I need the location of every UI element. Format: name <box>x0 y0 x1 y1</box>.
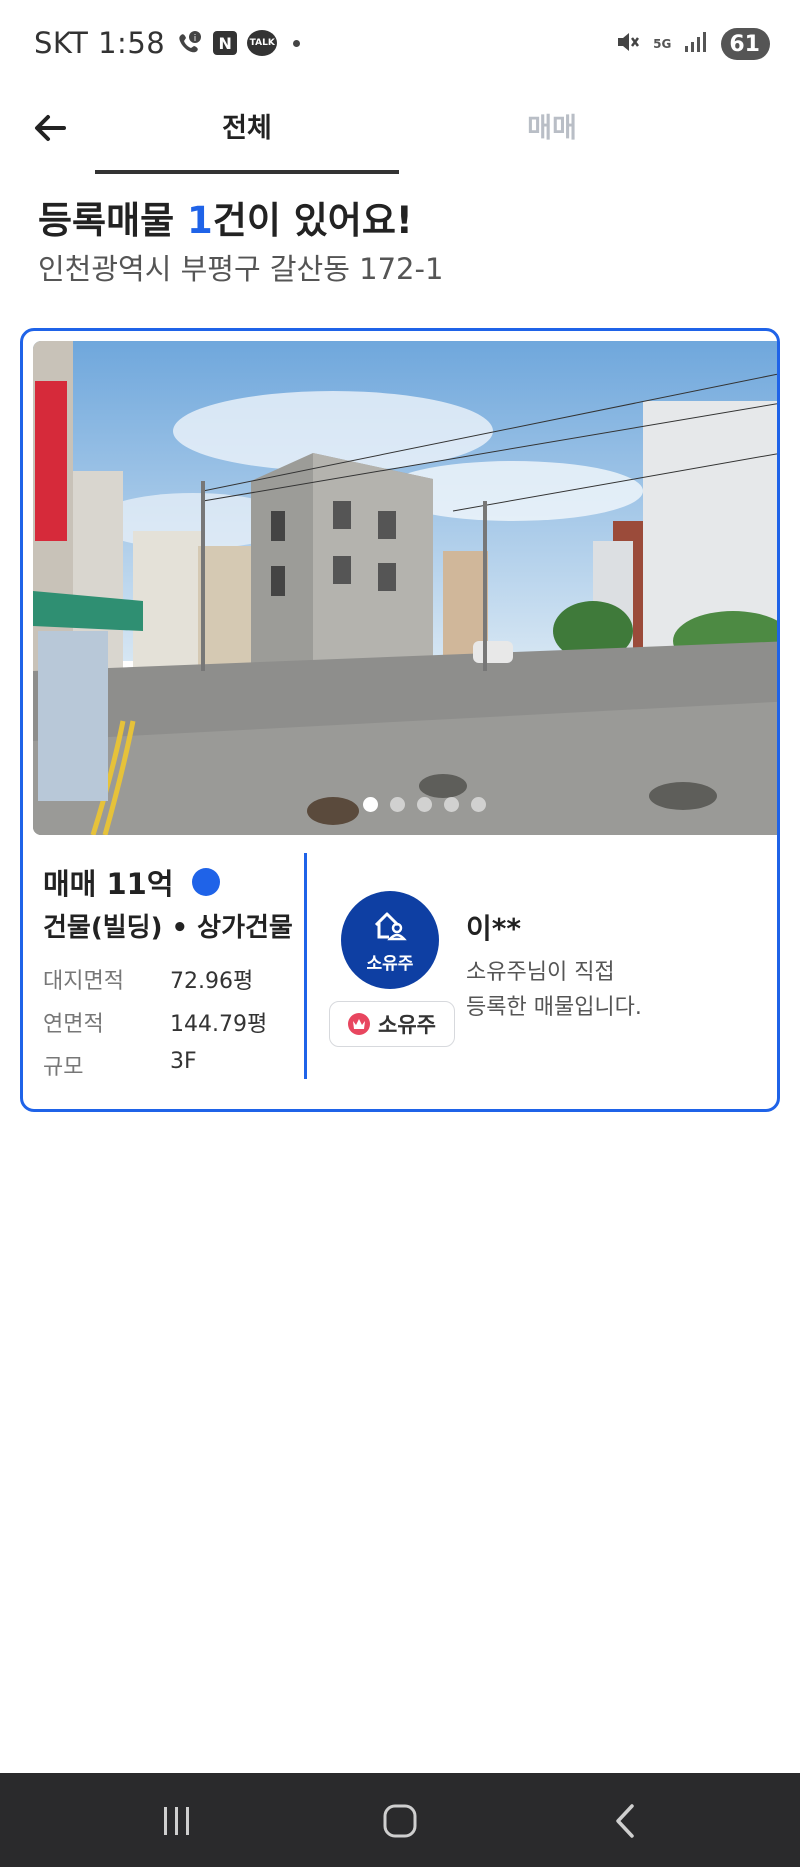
spec-label-land-area: 대지면적 <box>43 969 124 994</box>
spec-value-scale: 3F <box>170 1049 197 1074</box>
owner-circle-label: 소유주 <box>366 954 414 974</box>
network-type: 5G <box>653 37 672 51</box>
header: 전체 매매 <box>0 92 800 177</box>
battery-indicator: 61 <box>721 28 770 60</box>
info-divider <box>304 853 307 1079</box>
title-suffix: 건이 있어요! <box>212 199 413 242</box>
mute-icon <box>615 29 641 59</box>
more-notifications-dot <box>293 39 301 47</box>
status-bar: SKT 1:58 i N TALK 5G 61 <box>0 0 800 90</box>
owner-description: 소유주님이 직접 등록한 매물입니다. <box>466 955 746 1025</box>
title-count: 1 <box>187 199 213 242</box>
owner-description-line1: 소유주님이 직접 <box>466 960 615 985</box>
signal-icon <box>683 29 709 59</box>
spec-value-land-area: 72.96평 <box>170 969 254 994</box>
spec-value-floor-area: 144.79평 <box>170 1012 268 1037</box>
home-icon[interactable] <box>375 1801 425 1841</box>
title-prefix: 등록매물 <box>38 199 188 242</box>
address: 인천광역시 부평구 갈산동 172-1 <box>38 252 444 286</box>
house-person-icon <box>374 912 407 941</box>
property-type: 건물(빌딩) • 상가건물 <box>43 913 293 943</box>
listing-count-title: 등록매물 1건이 있어요! <box>38 190 413 244</box>
back-arrow-icon[interactable] <box>30 108 70 148</box>
owner-avatar: 소유주 <box>341 891 439 989</box>
nav-back-icon[interactable] <box>600 1801 650 1841</box>
photo-dot[interactable] <box>444 797 459 812</box>
system-nav-bar <box>0 1773 800 1867</box>
price-row: 매매 11억 <box>43 861 220 903</box>
photo-pagination <box>363 797 486 812</box>
listing-card[interactable]: 매매 11억 건물(빌딩) • 상가건물 대지면적 72.96평 연면적 144… <box>20 328 780 1112</box>
owner-description-line2: 등록한 매물입니다. <box>466 995 642 1020</box>
tab-active-indicator <box>95 170 399 174</box>
wifi-call-icon: i <box>175 29 203 57</box>
carrier-time: SKT 1:58 <box>34 26 166 60</box>
svg-text:i: i <box>194 34 197 44</box>
listing-info: 매매 11억 건물(빌딩) • 상가건물 대지면적 72.96평 연면적 144… <box>23 851 777 1091</box>
photo-dot[interactable] <box>471 797 486 812</box>
status-left: SKT 1:58 i N TALK <box>34 26 301 60</box>
crown-icon <box>348 1013 371 1035</box>
photo-dot[interactable] <box>363 797 378 812</box>
tab-sale[interactable]: 매매 <box>400 106 704 145</box>
photo-dot[interactable] <box>390 797 405 812</box>
owner-name: 이** <box>466 912 522 945</box>
listing-photo[interactable] <box>33 341 777 835</box>
owner-badge-label: 소유주 <box>378 1013 436 1037</box>
naver-icon: N <box>213 31 238 55</box>
spec-label-floor-area: 연면적 <box>43 1012 104 1037</box>
photo-dot[interactable] <box>417 797 432 812</box>
price: 매매 11억 <box>43 867 174 901</box>
status-dot-icon <box>191 868 220 896</box>
tab-all[interactable]: 전체 <box>95 106 399 145</box>
recent-apps-icon[interactable] <box>152 1801 202 1841</box>
spec-label-scale: 규모 <box>43 1055 84 1080</box>
kakaotalk-icon: TALK <box>247 30 278 56</box>
owner-badge: 소유주 <box>329 1001 455 1047</box>
status-right: 5G 61 <box>615 28 770 60</box>
